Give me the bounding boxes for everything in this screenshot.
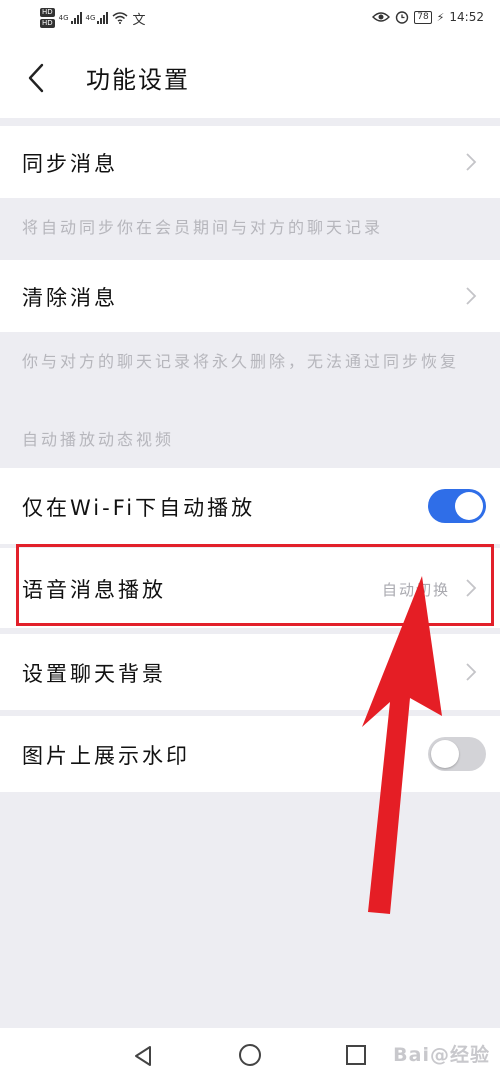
row-label-chat-bg: 设置聊天背景 [22, 662, 166, 686]
nav-back-icon[interactable] [132, 1044, 154, 1068]
section-header-autoplay: 自动播放动态视频 [22, 430, 175, 449]
chevron-right-icon [466, 287, 477, 305]
row-label-sync: 同步消息 [22, 152, 118, 176]
row-label-wifi-autoplay: 仅在Wi-Fi下自动播放 [22, 496, 256, 520]
settings-row-wifi-autoplay: 仅在Wi-Fi下自动播放 [0, 468, 500, 544]
wifi-autoplay-toggle[interactable] [428, 489, 486, 523]
status-right: 78 ⚡ 14:52 [372, 10, 484, 24]
network-type-2: 4G [85, 14, 96, 22]
toggle-knob [455, 492, 483, 520]
red-arrow-annotation-icon [362, 576, 442, 914]
page-header: 功能设置 [0, 38, 500, 118]
eye-icon [372, 12, 391, 22]
alarm-icon [396, 11, 409, 24]
nav-home-icon[interactable] [238, 1043, 262, 1067]
hd-badge-bottom: HD [40, 19, 55, 28]
chevron-right-icon [466, 153, 477, 171]
hd-badge-top: HD [40, 8, 55, 17]
status-left: HD HD 4G 4G 文 [40, 8, 145, 28]
battery-level: 78 [414, 10, 432, 24]
settings-row-clear[interactable]: 清除消息 [0, 260, 500, 332]
note-sync: 将自动同步你在会员期间与对方的聊天记录 [22, 218, 384, 237]
nav-recent-apps-icon[interactable] [345, 1044, 367, 1066]
settings-row-sync[interactable]: 同步消息 [0, 126, 500, 198]
network-type-1: 4G [58, 14, 69, 22]
baidu-jingyan-watermark: Bai@经验 [393, 1044, 490, 1066]
chevron-left-icon[interactable] [22, 60, 52, 96]
note-clear: 你与对方的聊天记录将永久删除，无法通过同步恢复 [22, 352, 460, 371]
chevron-right-icon [466, 663, 477, 681]
hd-indicators: HD HD [40, 8, 55, 28]
wifi-icon [112, 12, 128, 24]
translate-icon: 文 [132, 12, 146, 28]
row-label-watermark: 图片上展示水印 [22, 744, 190, 768]
page-title: 功能设置 [86, 66, 190, 94]
row-label-clear: 清除消息 [22, 286, 118, 310]
charging-icon: ⚡ [436, 10, 445, 24]
clock-time: 14:52 [449, 10, 484, 24]
system-nav-bar: Bai@经验 [0, 1028, 500, 1084]
signal-bars-1-icon [70, 12, 82, 24]
signal-bars-2-icon [97, 12, 109, 24]
status-bar: HD HD 4G 4G 文 78 ⚡ 14:52 [0, 0, 500, 38]
